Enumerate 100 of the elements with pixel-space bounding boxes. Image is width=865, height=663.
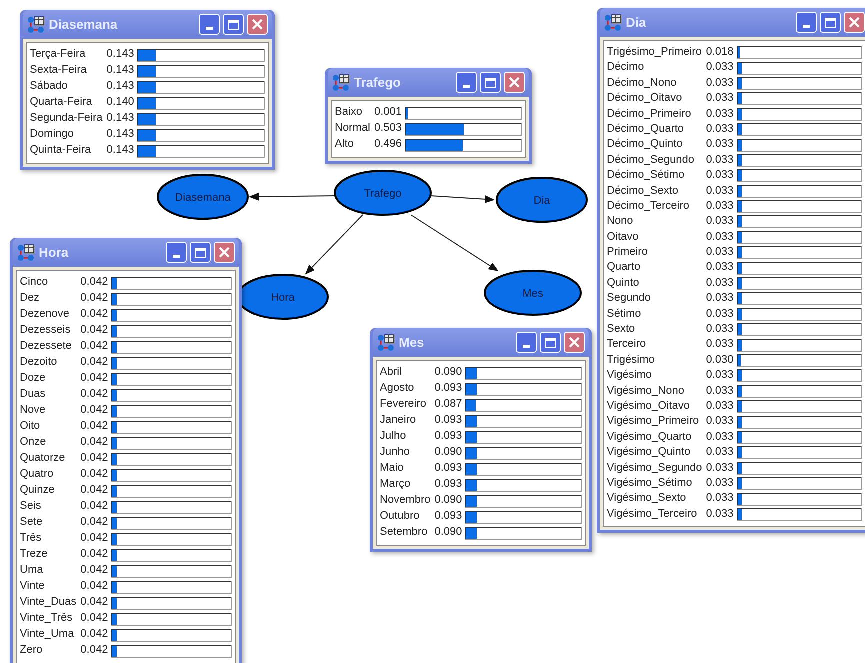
state-label: Nono xyxy=(607,214,634,230)
state-label: Março xyxy=(380,477,412,492)
probability-value: 0.042 xyxy=(80,563,110,578)
state-label: Vinte_Duas xyxy=(20,595,78,610)
probability-value: 0.033 xyxy=(706,91,735,106)
app-icon xyxy=(17,244,35,262)
minimize-button[interactable] xyxy=(796,12,817,33)
state-label: Quarto xyxy=(607,260,642,276)
maximize-button[interactable] xyxy=(190,242,211,263)
state-label: Quinze xyxy=(20,483,56,498)
probability-value: 0.042 xyxy=(80,355,110,370)
probability-value: 0.143 xyxy=(106,47,136,62)
state-label: Fevereiro xyxy=(380,397,428,412)
state-label: Trigésimo_Primeiro xyxy=(607,45,703,60)
state-label: Vigésimo_Primeiro xyxy=(607,414,700,430)
state-label: Décimo_Nono xyxy=(607,76,678,91)
state-label: Domingo xyxy=(30,127,76,142)
state-label: Dezoito xyxy=(20,355,58,370)
probability-value: 0.042 xyxy=(80,435,110,450)
state-label: Vinte_Uma xyxy=(20,627,76,642)
window-title: Dia xyxy=(626,14,648,32)
maximize-button[interactable] xyxy=(480,72,501,93)
state-label: Décimo_Primeiro xyxy=(607,106,692,122)
probability-value: 0.033 xyxy=(706,322,735,338)
window-title: Trafego xyxy=(354,74,402,92)
probability-value: 0.033 xyxy=(706,214,735,230)
probability-value: 0.033 xyxy=(706,506,735,522)
network-node[interactable]: Trafego xyxy=(334,170,432,216)
probability-value: 0.042 xyxy=(80,547,110,562)
network-node[interactable]: Diasemana xyxy=(157,174,249,220)
probability-value: 0.001 xyxy=(374,105,403,120)
probability-value: 0.033 xyxy=(706,60,735,76)
state-label: Sétimo xyxy=(607,306,642,322)
state-label: Cinco xyxy=(20,275,50,290)
probability-value: 0.093 xyxy=(434,461,464,476)
probability-value: 0.143 xyxy=(106,63,136,78)
state-label: Décimo_Sétimo xyxy=(607,168,686,184)
probability-value: 0.033 xyxy=(706,198,735,214)
state-label: Sete xyxy=(20,515,44,530)
state-label: Décimo_Terceiro xyxy=(607,198,691,214)
minimize-button[interactable] xyxy=(516,332,537,353)
probability-value: 0.143 xyxy=(106,143,136,158)
state-label: Quatorze xyxy=(20,451,66,466)
state-label: Décimo_Quinto xyxy=(607,137,684,152)
probability-value: 0.042 xyxy=(80,291,110,306)
probability-value: 0.033 xyxy=(706,106,735,122)
probability-value: 0.033 xyxy=(706,76,735,91)
probability-value: 0.030 xyxy=(706,352,735,368)
network-node[interactable]: Mes xyxy=(484,270,582,316)
state-label: Onze xyxy=(20,435,48,450)
state-label: Duas xyxy=(20,387,47,402)
minimize-button[interactable] xyxy=(456,72,477,93)
probability-value: 0.093 xyxy=(434,509,464,524)
state-label: Quarta-Feira xyxy=(30,95,94,110)
state-label: Vigésimo_Sétimo xyxy=(607,476,694,491)
state-label: Primeiro xyxy=(607,245,649,260)
probability-value: 0.033 xyxy=(706,460,735,476)
state-label: Doze xyxy=(20,371,47,386)
close-button[interactable] xyxy=(247,14,268,35)
minimize-button[interactable] xyxy=(199,14,220,35)
probability-value: 0.042 xyxy=(80,371,110,386)
maximize-button[interactable] xyxy=(820,12,841,33)
probability-value: 0.042 xyxy=(80,387,110,402)
state-label: Vigésimo_Nono xyxy=(607,384,686,399)
probability-value: 0.093 xyxy=(434,381,464,396)
probability-value: 0.042 xyxy=(80,595,110,610)
network-node[interactable]: Dia xyxy=(496,177,588,223)
probability-value: 0.090 xyxy=(434,365,464,380)
probability-value: 0.033 xyxy=(706,137,735,152)
window-title: Hora xyxy=(39,244,70,262)
probability-value: 0.033 xyxy=(706,398,735,414)
state-label: Décimo_Quarto xyxy=(607,122,686,137)
probability-value: 0.033 xyxy=(706,122,735,137)
close-button[interactable] xyxy=(564,332,585,353)
state-label: Terça-Feira xyxy=(30,47,87,62)
probability-value: 0.033 xyxy=(706,445,735,460)
close-icon xyxy=(569,337,580,348)
probability-value: 0.090 xyxy=(434,445,464,460)
state-label: Décimo_Oitavo xyxy=(607,91,684,106)
state-label: Quinto xyxy=(607,276,640,291)
probability-value: 0.042 xyxy=(80,627,110,642)
state-label: Alto xyxy=(335,137,355,152)
state-label: Baixo xyxy=(335,105,364,120)
app-icon xyxy=(27,16,45,34)
probability-value: 0.033 xyxy=(706,168,735,184)
probability-value: 0.042 xyxy=(80,531,110,546)
probability-value: 0.033 xyxy=(706,337,735,352)
probability-value: 0.093 xyxy=(434,477,464,492)
state-label: Janeiro xyxy=(380,413,418,428)
minimize-button[interactable] xyxy=(166,242,187,263)
state-label: Vigésimo_Oitavo xyxy=(607,398,691,414)
probability-value: 0.143 xyxy=(106,79,136,94)
state-label: Julho xyxy=(380,429,408,444)
state-label: Oitavo xyxy=(607,230,640,245)
close-button[interactable] xyxy=(214,242,235,263)
state-label: Maio xyxy=(380,461,405,476)
close-button[interactable] xyxy=(504,72,525,93)
maximize-button[interactable] xyxy=(223,14,244,35)
maximize-button[interactable] xyxy=(540,332,561,353)
close-button[interactable] xyxy=(844,12,865,33)
